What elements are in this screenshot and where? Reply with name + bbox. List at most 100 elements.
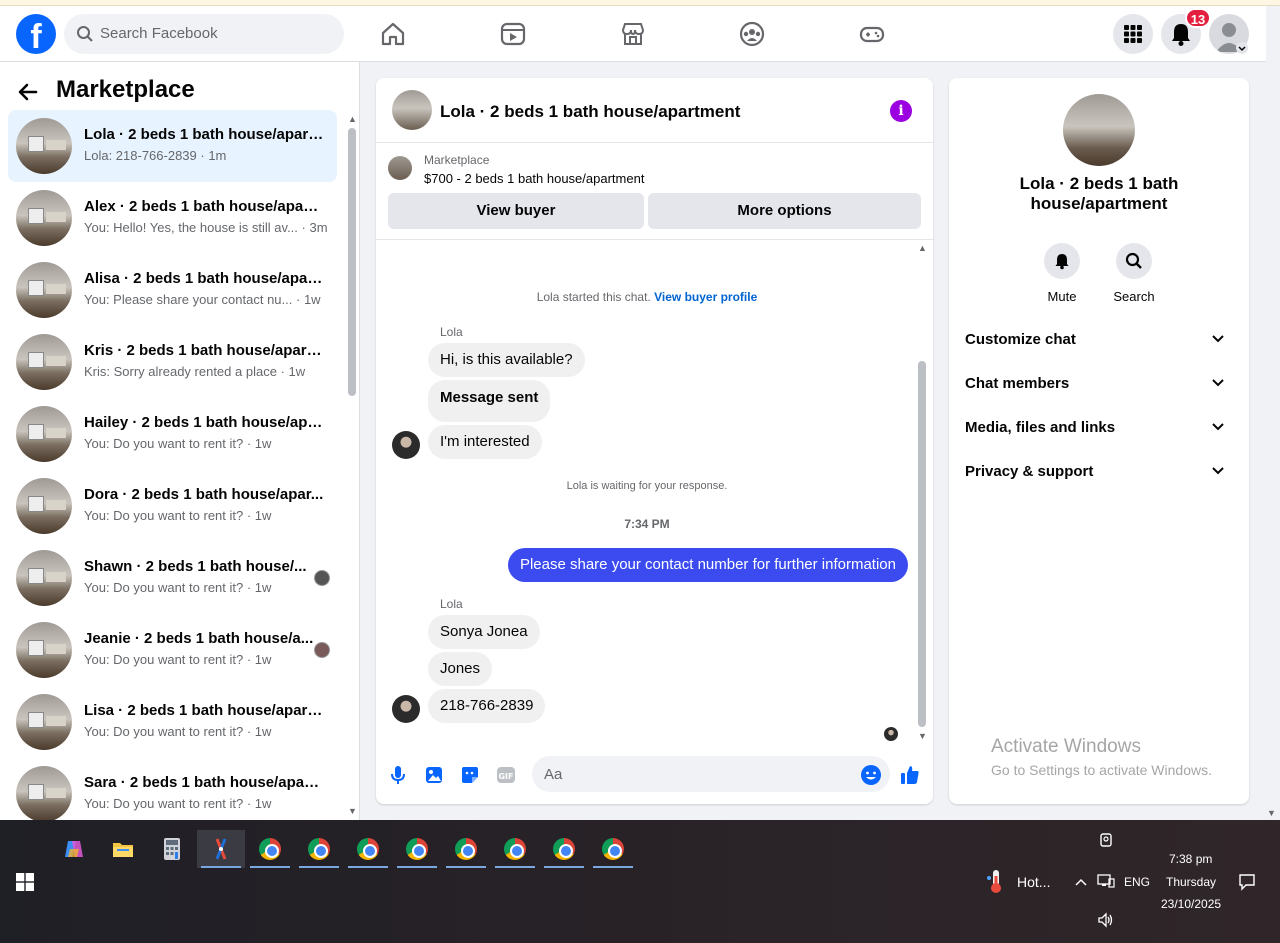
grid-icon bbox=[1124, 25, 1142, 43]
back-arrow-icon[interactable] bbox=[16, 80, 40, 104]
home-icon[interactable] bbox=[379, 20, 407, 48]
chrome-profile-2-taskbar-icon[interactable] bbox=[295, 830, 343, 868]
incoming-message[interactable]: 218-766-2839 bbox=[428, 689, 546, 723]
clock-day[interactable]: Thursday bbox=[1166, 875, 1216, 889]
chrome-icon bbox=[259, 838, 281, 860]
clock-date[interactable]: 23/10/2025 bbox=[1161, 897, 1221, 911]
chrome-profile-6-taskbar-icon[interactable] bbox=[491, 830, 539, 868]
chrome-profile-5-taskbar-icon[interactable] bbox=[442, 830, 490, 868]
gaming-icon[interactable] bbox=[858, 20, 886, 48]
message-input[interactable] bbox=[532, 756, 890, 792]
conversation-item[interactable]: Jeanie · 2 beds 1 bath house/a... You: D… bbox=[8, 614, 337, 686]
listing-avatar-large[interactable] bbox=[1063, 94, 1135, 166]
mute-button[interactable]: Mute bbox=[1032, 243, 1092, 304]
language-indicator[interactable]: ENG bbox=[1124, 875, 1150, 889]
incoming-message[interactable]: Sonya Jonea bbox=[428, 615, 540, 649]
search-facebook-box[interactable]: Search Facebook bbox=[64, 14, 344, 54]
page-scroll-down-arrow-icon[interactable]: ▼ bbox=[1267, 808, 1276, 818]
meet-now-icon[interactable] bbox=[1098, 832, 1114, 848]
file-explorer-taskbar-icon[interactable] bbox=[99, 830, 147, 868]
marketplace-icon[interactable] bbox=[619, 20, 647, 48]
inbox-scrollbar[interactable] bbox=[348, 128, 356, 396]
scroll-up-arrow-icon[interactable]: ▲ bbox=[918, 243, 927, 253]
conversation-item[interactable]: Dora · 2 beds 1 bath house/apar... You: … bbox=[8, 470, 337, 542]
incoming-message[interactable]: Jones bbox=[428, 652, 493, 686]
customize-chat-row[interactable]: Customize chat bbox=[957, 320, 1241, 360]
waiting-note: Lola is waiting for your response. bbox=[566, 480, 728, 492]
incoming-message[interactable]: Hi, is this available? bbox=[428, 343, 585, 377]
media-files-links-row[interactable]: Media, files and links bbox=[957, 408, 1241, 448]
chrome-icon bbox=[308, 838, 330, 860]
section-label: Media, files and links bbox=[965, 419, 1116, 436]
notification-center-icon[interactable] bbox=[1238, 873, 1256, 891]
sender-avatar[interactable] bbox=[392, 431, 420, 459]
clock-time[interactable]: 7:38 pm bbox=[1169, 852, 1212, 866]
snipping-tool-taskbar-icon[interactable] bbox=[197, 830, 245, 868]
top-navigation-bar: f Search Facebook 13 bbox=[0, 6, 1266, 62]
search-conversation-button[interactable]: Search bbox=[1104, 243, 1164, 304]
windows-start-icon[interactable] bbox=[16, 873, 34, 891]
chat-members-row[interactable]: Chat members bbox=[957, 364, 1241, 404]
calculator-taskbar-icon[interactable] bbox=[148, 830, 196, 868]
sender-avatar[interactable] bbox=[392, 695, 420, 723]
incoming-message[interactable]: Message sent bbox=[428, 380, 551, 422]
incoming-message[interactable]: I'm interested bbox=[428, 425, 542, 459]
conversation-item[interactable]: Alisa · 2 beds 1 bath house/apar... You:… bbox=[8, 254, 337, 326]
video-icon[interactable] bbox=[499, 20, 527, 48]
conversation-name: Shawn · 2 beds 1 bath house/... bbox=[84, 558, 307, 575]
view-buyer-profile-link[interactable]: View buyer profile bbox=[654, 290, 757, 304]
listing-thumbnail bbox=[16, 694, 72, 750]
emoji-icon[interactable] bbox=[860, 764, 882, 786]
chrome-icon bbox=[357, 838, 379, 860]
microphone-icon[interactable] bbox=[387, 764, 409, 786]
sticker-icon[interactable] bbox=[459, 764, 481, 786]
copilot-icon bbox=[65, 841, 83, 857]
chrome-profile-8-taskbar-icon[interactable] bbox=[589, 830, 637, 868]
thumbs-up-icon[interactable] bbox=[899, 764, 921, 786]
chrome-profile-1-taskbar-icon[interactable] bbox=[246, 830, 294, 868]
more-options-button[interactable]: More options bbox=[648, 193, 921, 229]
weather-text[interactable]: Hot... bbox=[1017, 874, 1050, 890]
conversation-name: Jeanie · 2 beds 1 bath house/a... bbox=[84, 630, 314, 647]
volume-icon[interactable] bbox=[1097, 912, 1115, 928]
chrome-profile-4-taskbar-icon[interactable] bbox=[393, 830, 441, 868]
chrome-icon bbox=[406, 838, 428, 860]
info-icon[interactable]: i bbox=[890, 100, 912, 122]
scroll-up-arrow-icon[interactable]: ▲ bbox=[348, 114, 357, 124]
menu-grid-button[interactable] bbox=[1113, 14, 1153, 54]
facebook-logo[interactable]: f bbox=[16, 14, 56, 54]
network-icon[interactable] bbox=[1097, 873, 1115, 889]
conversation-item[interactable]: Lola · 2 beds 1 bath house/apart... Lola… bbox=[8, 110, 337, 182]
privacy-support-row[interactable]: Privacy & support bbox=[957, 452, 1241, 492]
scroll-down-arrow-icon[interactable]: ▼ bbox=[348, 806, 357, 816]
chrome-profile-3-taskbar-icon[interactable] bbox=[344, 830, 392, 868]
outgoing-message[interactable]: Please share your contact number for fur… bbox=[507, 548, 908, 582]
mute-icon-circle bbox=[1044, 243, 1080, 279]
conversation-item[interactable]: Hailey · 2 beds 1 bath house/apa... You:… bbox=[8, 398, 337, 470]
chat-avatar[interactable] bbox=[392, 90, 432, 130]
conversation-item[interactable]: Alex · 2 beds 1 bath house/apart... You:… bbox=[8, 182, 337, 254]
conversation-item[interactable]: Sara · 2 beds 1 bath house/apart... You:… bbox=[8, 758, 337, 820]
account-chevron-icon[interactable] bbox=[1236, 42, 1248, 54]
gif-icon[interactable]: GIF bbox=[495, 764, 517, 786]
view-buyer-button[interactable]: View buyer bbox=[388, 193, 644, 229]
copilot-taskbar-icon[interactable] bbox=[50, 830, 98, 868]
listing-title[interactable]: $700 - 2 beds 1 bath house/apartment bbox=[424, 171, 644, 186]
search-icon bbox=[1125, 252, 1142, 269]
tray-chevron-up-icon[interactable] bbox=[1074, 876, 1088, 888]
photo-icon[interactable] bbox=[423, 764, 445, 786]
conversation-snippet: You: Do you want to rent it? · 1w bbox=[84, 652, 272, 667]
conversation-snippet: You: Do you want to rent it? · 1w bbox=[84, 796, 272, 811]
scroll-down-arrow-icon[interactable]: ▼ bbox=[918, 731, 927, 741]
chrome-profile-7-taskbar-icon[interactable] bbox=[540, 830, 588, 868]
search-icon bbox=[77, 26, 93, 42]
thread-scrollbar[interactable] bbox=[918, 361, 926, 727]
chat-title[interactable]: Lola · 2 beds 1 bath house/apartment bbox=[440, 102, 740, 122]
conversation-item[interactable]: Lisa · 2 beds 1 bath house/apart... You:… bbox=[8, 686, 337, 758]
thermometer-icon[interactable] bbox=[986, 868, 1006, 894]
groups-icon[interactable] bbox=[738, 20, 766, 48]
svg-text:GIF: GIF bbox=[498, 772, 513, 781]
listing-thumbnail bbox=[16, 550, 72, 606]
conversation-item[interactable]: Kris · 2 beds 1 bath house/apart... Kris… bbox=[8, 326, 337, 398]
conversation-item[interactable]: Shawn · 2 beds 1 bath house/... You: Do … bbox=[8, 542, 337, 614]
